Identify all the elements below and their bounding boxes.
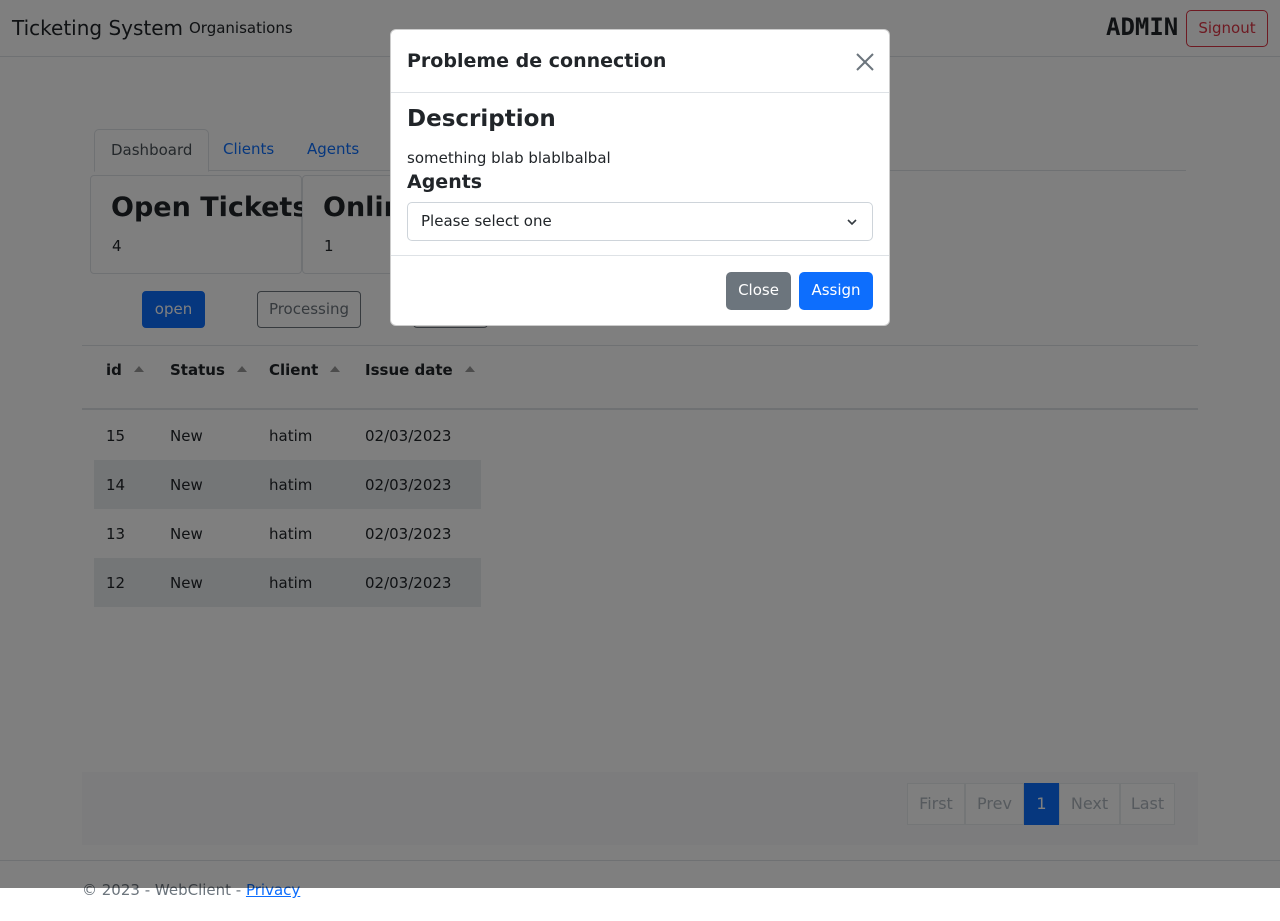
agents-heading: Agents — [407, 171, 483, 193]
modal-title: Probleme de connection — [407, 50, 667, 72]
modal-header: Probleme de connection — [391, 30, 889, 93]
close-button[interactable]: Close — [726, 272, 791, 310]
modal-footer: Close Assign — [391, 255, 889, 326]
assign-ticket-modal: Probleme de connection Description somet… — [390, 29, 890, 326]
assign-button[interactable]: Assign — [799, 272, 873, 310]
close-icon[interactable] — [853, 50, 877, 74]
description-heading: Description — [407, 106, 556, 132]
description-text: something blab blablbalbal — [407, 149, 611, 167]
chevron-down-icon — [847, 219, 857, 226]
agent-select[interactable]: Please select one — [407, 202, 873, 241]
agent-select-value: Please select one — [421, 212, 552, 230]
